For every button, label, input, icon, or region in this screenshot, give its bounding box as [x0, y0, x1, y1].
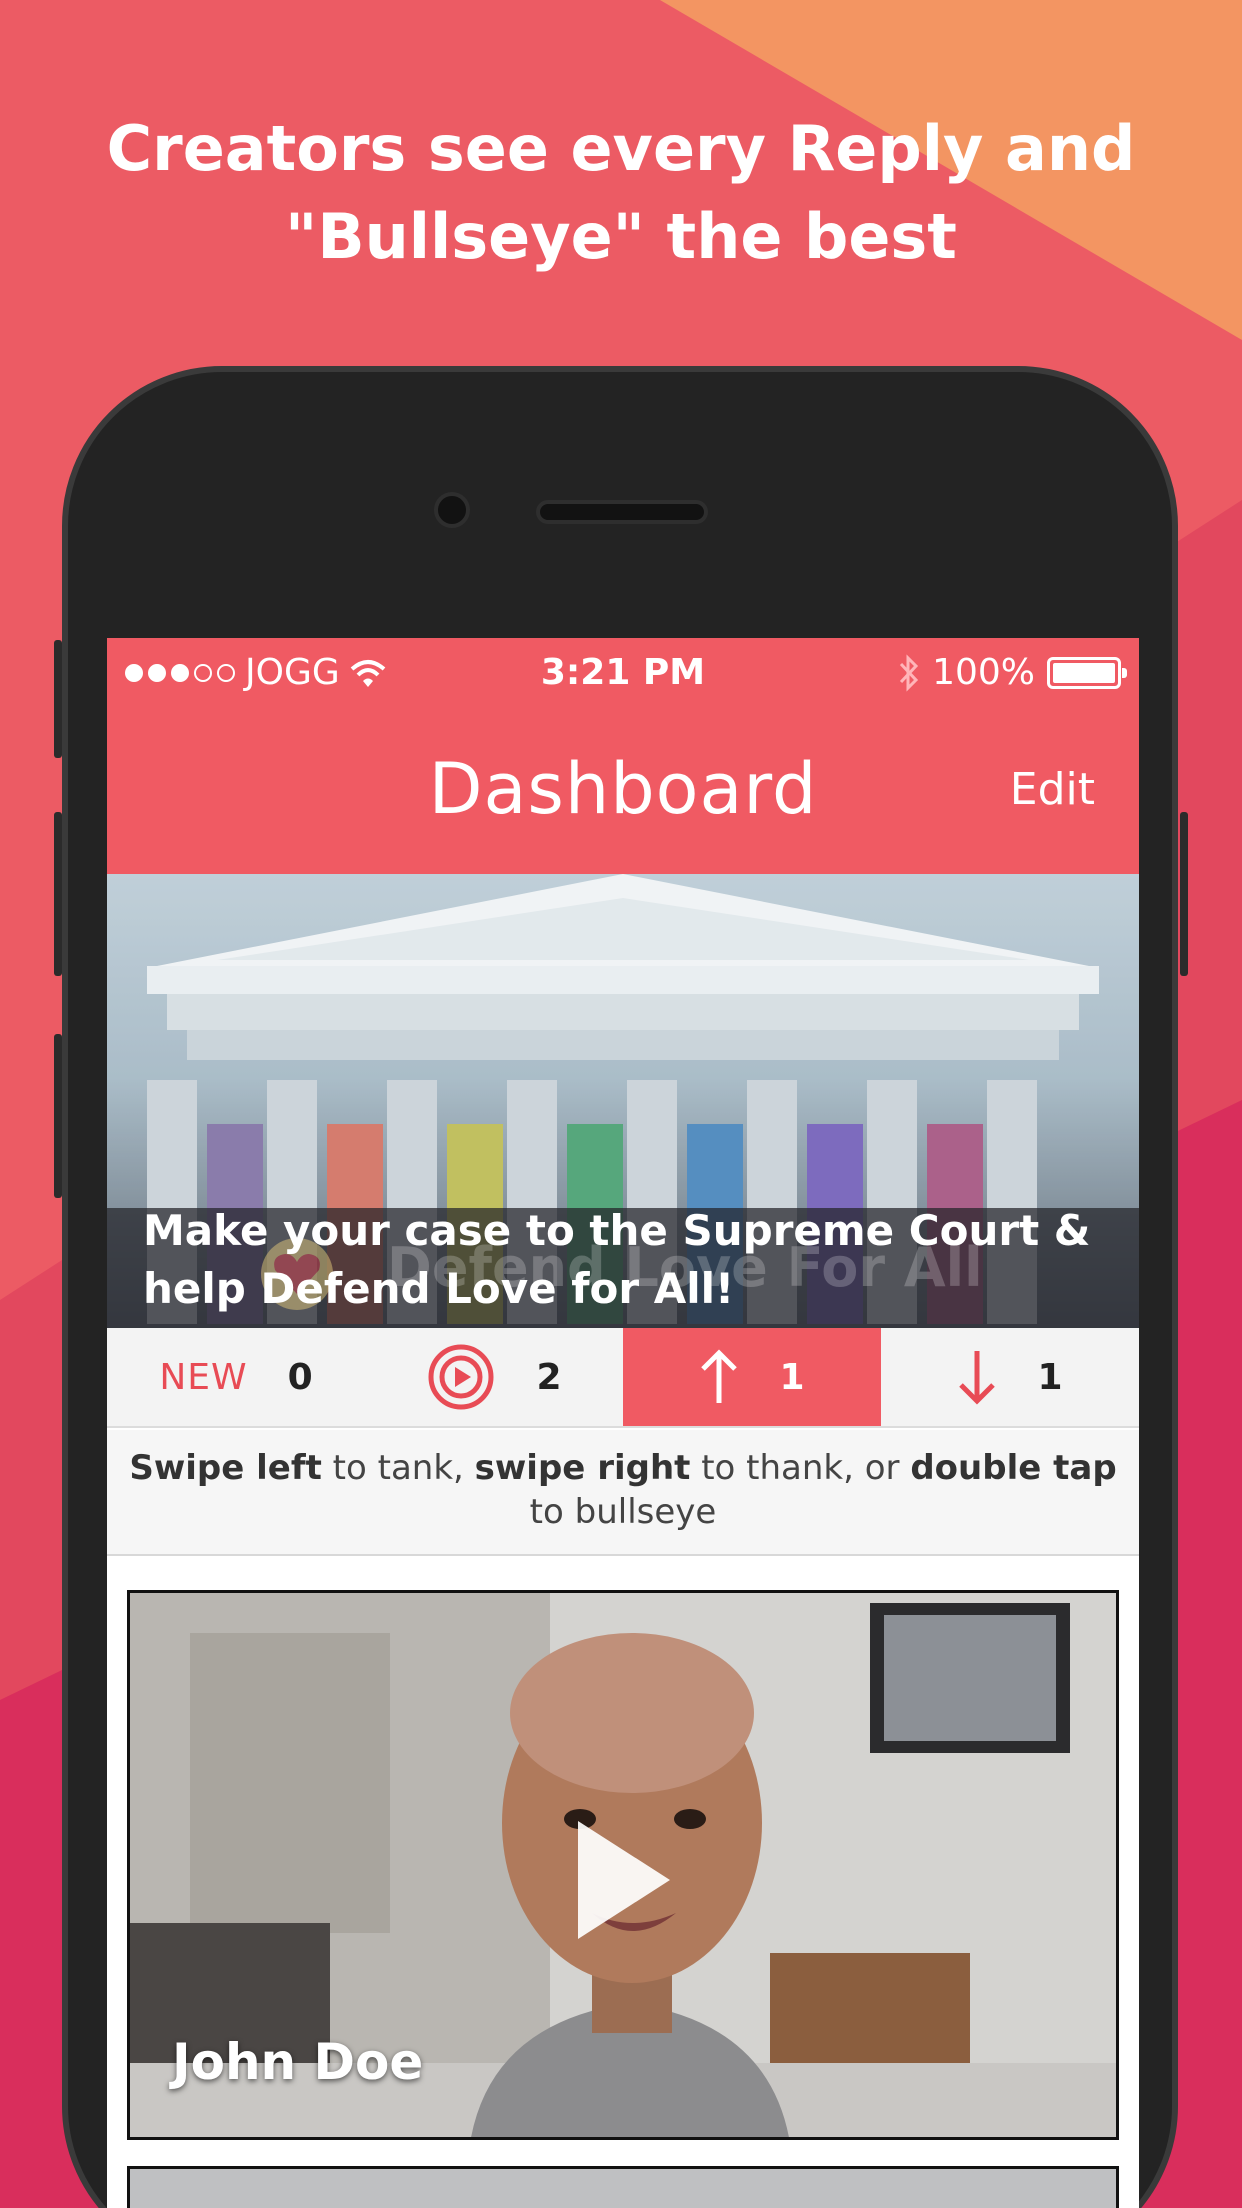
phone-mute-switch — [54, 640, 62, 758]
video-reply-card[interactable]: John Doe — [127, 1590, 1119, 2140]
phone-camera — [434, 492, 470, 528]
tab-new-count: 0 — [287, 1356, 313, 1398]
play-icon[interactable] — [570, 1815, 674, 1945]
tab-new[interactable]: NEW 0 — [107, 1328, 365, 1426]
edit-button[interactable]: Edit — [1010, 764, 1095, 815]
arrow-down-icon — [959, 1351, 996, 1405]
tab-bullseye-count: 2 — [536, 1356, 562, 1398]
hint-text-2: to thank, or — [690, 1448, 911, 1488]
status-right: 100% — [898, 652, 1127, 693]
phone-screen: JOGG 3:21 PM 100% Dashboard Edit Defend … — [107, 638, 1139, 2208]
hero-title-line1: Make your case to the Supreme Court & — [143, 1206, 1091, 1255]
nav-bar: Dashboard Edit — [107, 708, 1139, 874]
phone-speaker — [536, 500, 708, 524]
page-title: Dashboard — [428, 748, 818, 830]
tab-tanked[interactable]: 1 — [881, 1328, 1139, 1426]
phone-volume-down — [54, 1034, 62, 1198]
hint-swipe-left: Swipe left — [129, 1448, 322, 1488]
hint-text-1: to tank, — [321, 1448, 475, 1488]
promo-headline-line1: Creators see every Reply and — [106, 112, 1136, 185]
battery-icon — [1047, 656, 1127, 689]
hint-double-tap: double tap — [910, 1448, 1117, 1488]
hero-title-line2: help Defend Love for All! — [143, 1264, 735, 1313]
battery-percent: 100% — [932, 652, 1035, 693]
campaign-hero[interactable]: Defend Love For All Make your case to th… — [107, 874, 1139, 1328]
arrow-up-icon — [701, 1349, 738, 1403]
hero-title: Make your case to the Supreme Court & he… — [143, 1202, 1113, 1318]
video-reply-card-next[interactable] — [127, 2166, 1119, 2208]
tab-bullseye[interactable]: 2 — [365, 1328, 623, 1426]
tab-thanked-count: 1 — [779, 1356, 805, 1398]
bluetooth-icon — [899, 653, 919, 692]
hint-text-3: to bullseye — [529, 1492, 717, 1532]
tab-thanked[interactable]: 1 — [623, 1328, 881, 1426]
reply-filter-tabs: NEW 0 2 1 1 — [107, 1328, 1139, 1428]
phone-volume-up — [54, 812, 62, 976]
status-bar: JOGG 3:21 PM 100% — [107, 638, 1139, 708]
tab-tanked-count: 1 — [1037, 1356, 1063, 1398]
gesture-hint: Swipe left to tank, swipe right to thank… — [107, 1430, 1139, 1556]
promo-headline-line2: "Bullseye" the best — [285, 200, 957, 273]
video-author-name: John Doe — [172, 2033, 424, 2091]
bullseye-icon — [428, 1344, 494, 1410]
tab-new-label: NEW — [159, 1356, 248, 1398]
phone-power-button — [1180, 812, 1188, 976]
hint-swipe-right: swipe right — [474, 1448, 691, 1488]
promo-headline: Creators see every Reply and "Bullseye" … — [0, 105, 1242, 281]
